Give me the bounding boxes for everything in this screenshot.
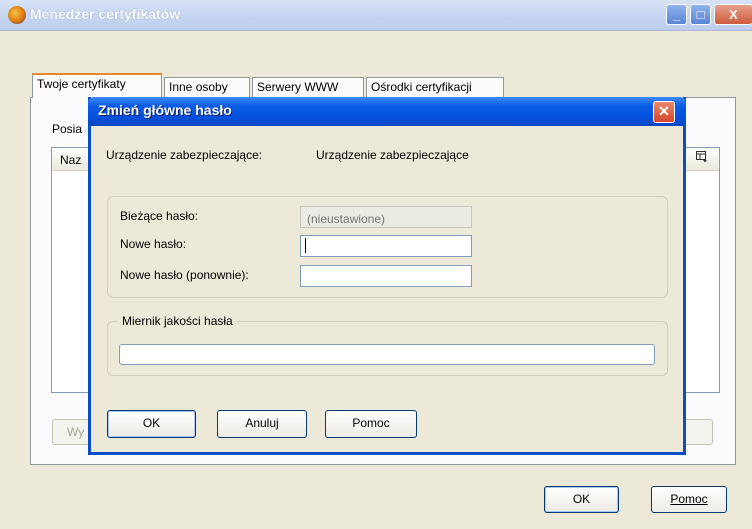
panel-description: Posia <box>52 122 83 136</box>
column-header-name[interactable]: Naz <box>60 153 81 167</box>
dialog-cancel-button[interactable]: Anuluj <box>217 410 307 438</box>
window-title: Menedżer certyfikatów <box>30 6 181 22</box>
close-dialog-button[interactable]: ✕ <box>653 101 675 123</box>
tab-other-people[interactable]: Inne osoby <box>164 77 250 97</box>
dialog-help-button[interactable]: Pomoc <box>325 410 417 438</box>
close-window-button[interactable]: X <box>714 4 752 25</box>
security-device-value: Urządzenie zabezpieczające <box>316 148 469 162</box>
maximize-button[interactable]: □ <box>690 4 711 25</box>
repeat-password-label: Nowe hasło (ponownie): <box>120 268 249 282</box>
minimize-button[interactable]: _ <box>666 4 687 25</box>
tab-your-certificates[interactable]: Twoje certyfikaty <box>32 73 162 98</box>
ok-button[interactable]: OK <box>544 486 619 513</box>
repeat-password-field[interactable] <box>300 265 472 287</box>
new-password-field[interactable] <box>300 235 472 257</box>
column-picker-icon[interactable] <box>696 151 708 166</box>
current-password-field <box>300 206 472 228</box>
current-password-label: Bieżące hasło: <box>120 209 199 223</box>
password-quality-meter <box>119 344 655 365</box>
dialog-title: Zmień główne hasło <box>98 102 232 118</box>
new-password-label: Nowe hasło: <box>120 237 187 251</box>
firefox-icon <box>8 6 26 24</box>
text-caret <box>305 238 306 253</box>
tab-web-servers[interactable]: Serwery WWW <box>252 77 364 97</box>
help-button[interactable]: Pomoc <box>651 486 727 513</box>
tab-certificate-authorities[interactable]: Ośrodki certyfikacji <box>366 77 504 97</box>
dialog-ok-button[interactable]: OK <box>107 410 196 438</box>
quality-meter-label: Miernik jakości hasła <box>118 314 237 328</box>
security-device-label: Urządzenie zabezpieczające: <box>106 148 263 162</box>
